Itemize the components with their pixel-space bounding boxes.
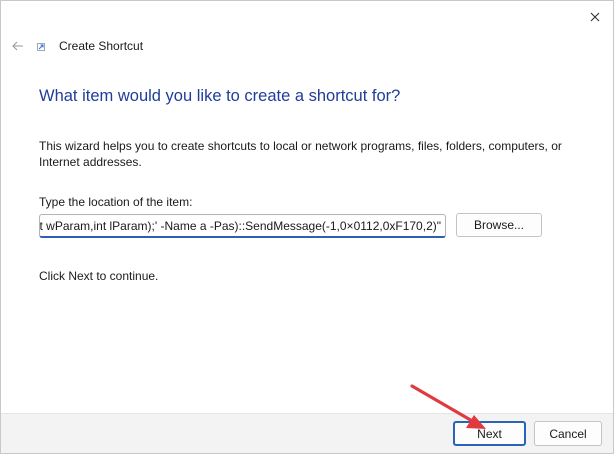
next-button[interactable]: Next [453,421,526,446]
create-shortcut-window: Create Shortcut What item would you like… [0,0,614,454]
wizard-description: This wizard helps you to create shortcut… [39,139,562,169]
location-label: Type the location of the item: [39,195,193,209]
browse-button[interactable]: Browse... [456,213,542,237]
location-input-value: int wParam,int lParam);' -Name a -Pas)::… [39,219,441,233]
continue-text: Click Next to continue. [39,269,159,283]
close-icon [590,12,600,22]
close-button[interactable] [585,7,605,27]
back-arrow-icon [12,41,23,51]
location-input[interactable]: int wParam,int lParam);' -Name a -Pas)::… [39,214,446,238]
dialog-title: Create Shortcut [59,39,144,53]
shortcut-icon [37,43,45,51]
cancel-button[interactable]: Cancel [534,421,602,446]
wizard-heading: What item would you like to create a sho… [39,87,401,105]
back-button[interactable] [9,37,27,55]
